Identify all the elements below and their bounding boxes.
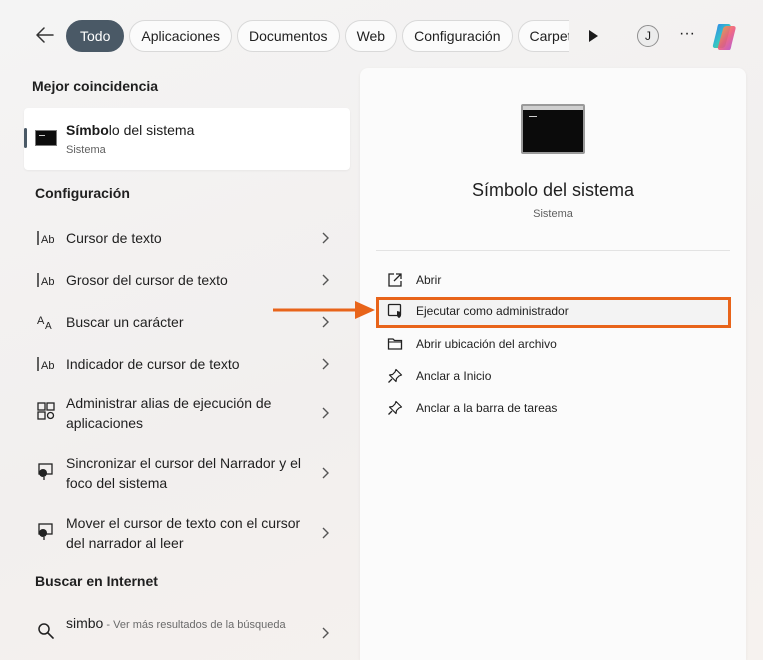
command-prompt-icon [521,104,585,154]
chevron-right-icon [322,627,329,639]
pin-icon [388,400,403,415]
settings-item-narrator-move[interactable]: Mover el cursor de texto con el cursor d… [24,511,350,555]
svg-text:Ab: Ab [41,234,54,246]
settings-item-cursor[interactable]: Ab Cursor de texto [24,223,350,253]
best-match-heading: Mejor coincidencia [32,78,159,94]
tab-todo[interactable]: Todo [66,20,125,52]
svg-text:Ab: Ab [41,360,54,372]
settings-item-app-aliases[interactable]: Administrar alias de ejecución de aplica… [24,391,350,435]
app-alias-icon [37,402,55,420]
chevron-right-icon [322,232,329,244]
action-label: Ejecutar como administrador [416,304,569,318]
narrator-icon [38,523,53,540]
action-label: Abrir [416,273,442,287]
settings-item-narrator-sync[interactable]: Sincronizar el cursor del Narrador y el … [24,451,350,495]
settings-item-cursor-indicator[interactable]: Ab Indicador de cursor de texto [24,349,350,379]
chevron-right-icon [322,467,329,479]
tab-configuracion[interactable]: Configuración [402,20,513,52]
best-match-title: Símbolo del sistema [66,122,195,138]
chevron-right-icon [322,358,329,370]
action-pin-start[interactable]: Anclar a Inicio [376,362,730,390]
web-search-item[interactable]: simbo - Ver más resultados de la búsqued… [24,611,350,655]
search-filter-bar: Todo Aplicaciones Documentos Web Configu… [0,0,763,68]
tab-web[interactable]: Web [344,20,398,52]
settings-item-label: Cursor de texto [66,230,162,246]
chevron-right-icon [322,527,329,539]
back-button[interactable] [30,20,60,50]
action-run-as-admin[interactable]: Ejecutar como administrador [376,297,731,328]
best-match-subtitle: Sistema [66,144,106,156]
action-pin-taskbar[interactable]: Anclar a la barra de tareas [376,394,730,422]
web-search-label: simbo - Ver más resultados de la búsqued… [66,613,316,635]
text-cursor-icon: Ab [37,231,54,246]
play-icon [589,30,598,42]
settings-item-label: Indicador de cursor de texto [66,356,240,372]
action-label: Anclar a Inicio [416,369,492,383]
best-match-item[interactable]: Símbolo del sistema Sistema [24,108,350,170]
copilot-button[interactable] [710,20,742,52]
divider [376,250,730,251]
narrator-icon [38,463,53,480]
action-label: Abrir ubicación del archivo [416,337,557,351]
app-type: Sistema [533,208,573,220]
app-name: Símbolo del sistema [471,180,635,200]
pin-icon [388,368,403,383]
tab-documentos[interactable]: Documentos [236,20,340,52]
annotation-arrow-icon [273,301,375,319]
more-tabs-button[interactable] [583,26,603,46]
tab-aplicaciones[interactable]: Aplicaciones [129,20,232,52]
action-open-location[interactable]: Abrir ubicación del archivo [376,330,730,358]
selection-indicator [24,128,27,148]
text-cursor-icon: Ab [37,357,54,372]
more-options-button[interactable]: ··· [676,24,698,46]
shield-icon [387,303,402,318]
action-open[interactable]: Abrir [376,266,730,294]
detail-pane: Símbolo del sistema Sistema Abrir Ejecut… [360,68,746,660]
web-search-query: simbo [66,615,104,631]
svg-text:Ab: Ab [41,276,54,288]
settings-heading: Configuración [35,185,130,201]
search-icon [38,623,54,639]
chevron-right-icon [322,274,329,286]
svg-text:A: A [37,315,45,327]
arrow-left-icon [36,27,54,43]
web-search-hint: - Ver más resultados de la búsqueda [103,619,286,631]
copilot-icon [712,24,736,50]
settings-item-label: Sincronizar el cursor del Narrador y el … [66,455,301,491]
character-icon: AA [37,315,52,332]
settings-item-label: Grosor del cursor de texto [66,272,228,288]
settings-item-label: Mover el cursor de texto con el cursor d… [66,515,301,551]
web-search-heading: Buscar en Internet [35,573,158,589]
action-label: Anclar a la barra de tareas [416,401,558,415]
results-list: Mejor coincidencia Símbolo del sistema S… [24,68,354,660]
folder-icon [387,338,403,350]
avatar[interactable]: J [637,25,659,47]
filter-tabs: Todo Aplicaciones Documentos Web Configu… [66,20,569,52]
text-cursor-icon: Ab [37,273,54,288]
chevron-right-icon [322,407,329,419]
command-prompt-icon [35,130,57,146]
open-icon [388,273,402,287]
svg-text:A: A [45,321,52,332]
settings-item-cursor-thickness[interactable]: Ab Grosor del cursor de texto [24,265,350,295]
tab-carpetas[interactable]: Carpetas [517,20,569,52]
settings-item-label: Administrar alias de ejecución de aplica… [66,395,272,431]
